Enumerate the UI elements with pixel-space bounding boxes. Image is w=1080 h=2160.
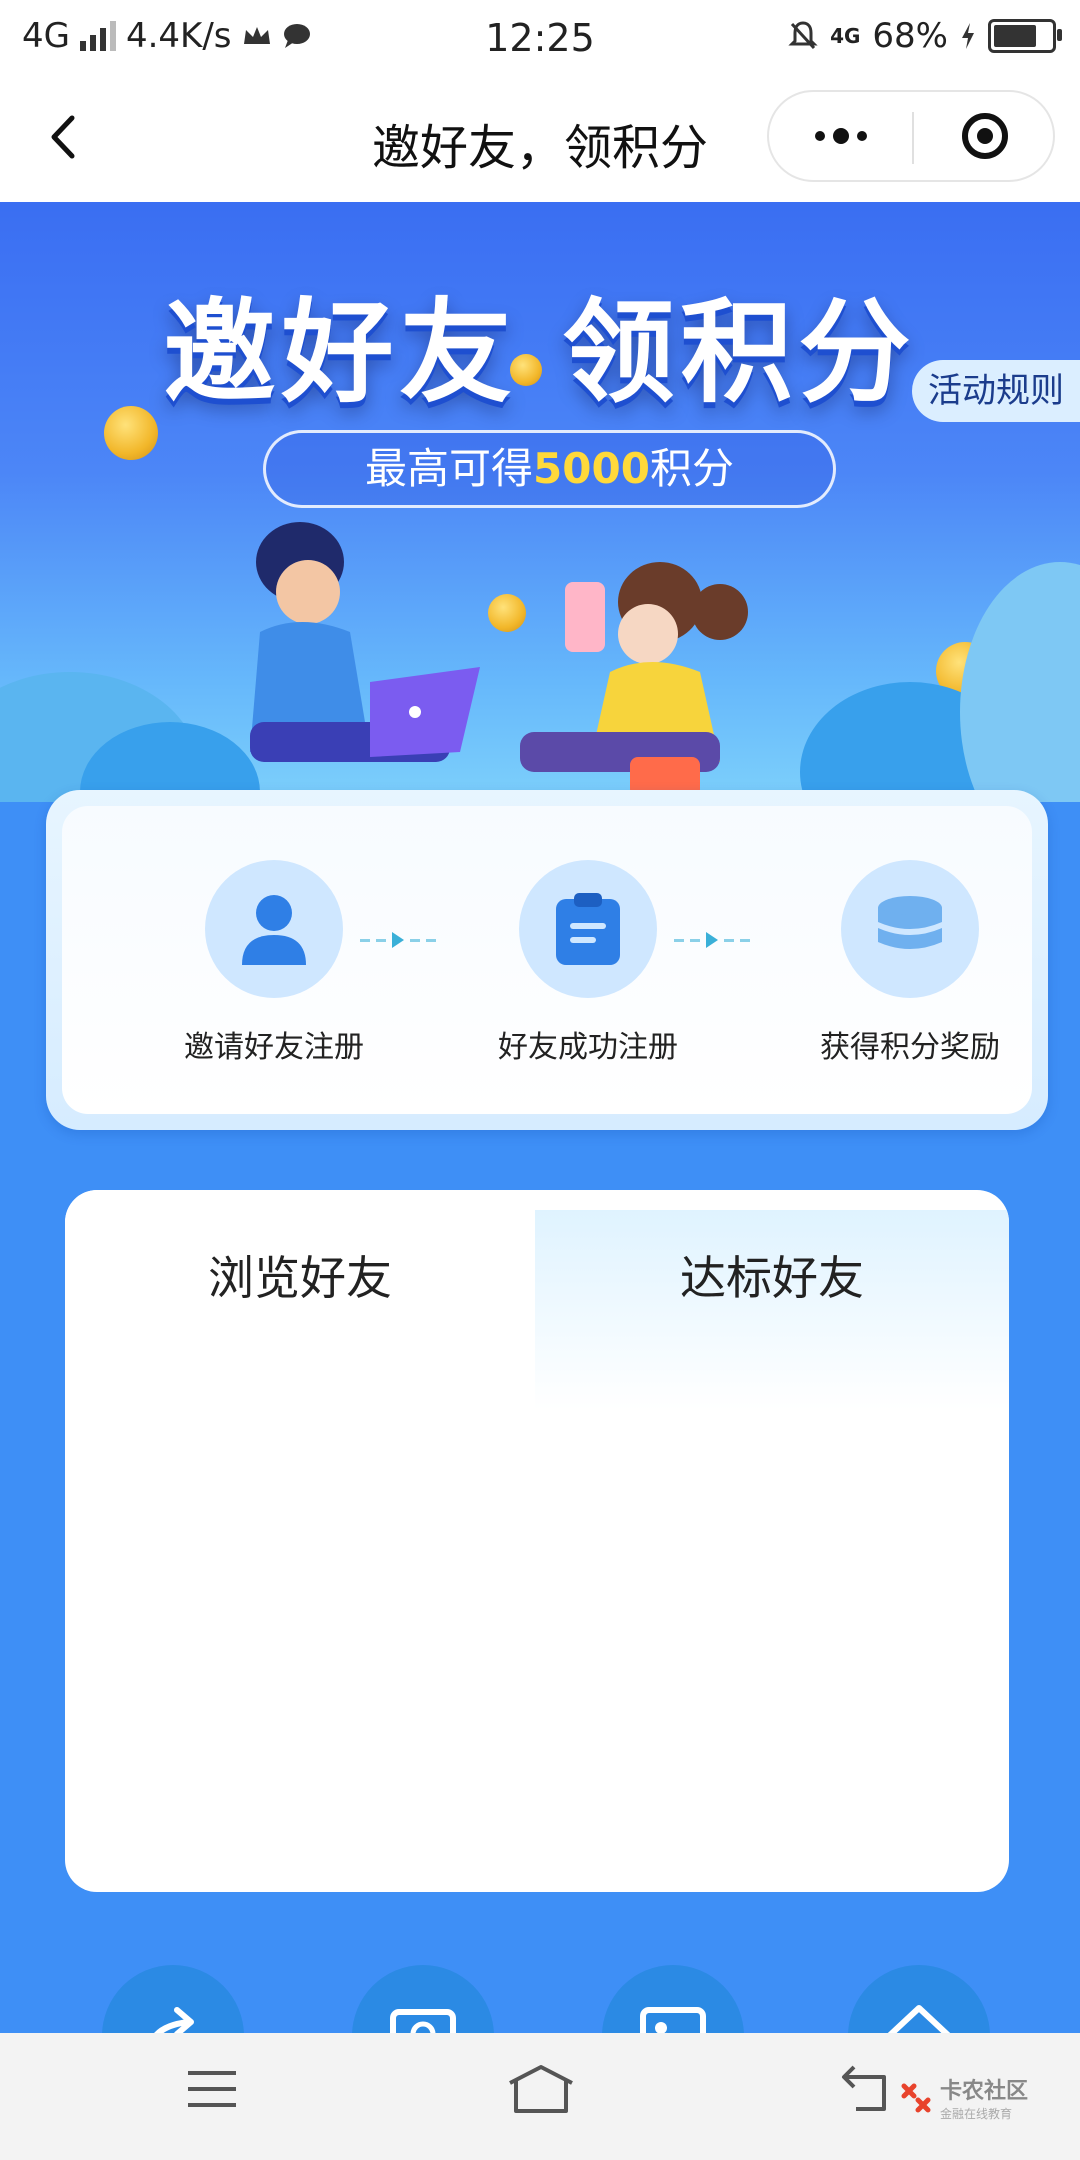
status-bar: 4G 4.4K/s 12:25 4G 68% xyxy=(0,0,1080,72)
step-reward: 获得积分奖励 xyxy=(780,860,1040,1066)
battery-icon xyxy=(988,19,1062,53)
network-small: 4G xyxy=(830,24,861,48)
activity-rules-button[interactable]: 活动规则 xyxy=(912,360,1080,422)
menu-button[interactable] xyxy=(186,2063,238,2119)
battery-percent: 68% xyxy=(872,16,948,56)
tab-browse-friends[interactable]: 浏览好友 xyxy=(65,1242,535,1308)
friends-card: 浏览好友 达标好友 xyxy=(65,1190,1009,1892)
cloud-decoration xyxy=(960,562,1080,802)
step-icon-circle xyxy=(205,860,343,998)
watermark-title: 卡农社区 xyxy=(940,2079,1029,2104)
banner-subtitle: 最高可得5000积分 xyxy=(263,430,836,508)
watermark-logo: 卡农社区 金融在线教育 xyxy=(900,2073,1028,2122)
step-icon-circle xyxy=(841,860,979,998)
step-arrow xyxy=(348,930,448,950)
steps-card: 邀请好友注册 好友成功注册 获得积分奖励 xyxy=(46,790,1048,1130)
menu-icon xyxy=(188,2071,236,2107)
back-outline-icon xyxy=(842,2065,886,2111)
tab-inactive-bg xyxy=(535,1210,1009,1410)
step-arrow xyxy=(662,930,762,950)
watermark-subtitle: 金融在线教育 xyxy=(940,2107,1013,2121)
subtitle-highlight: 5000 xyxy=(533,444,650,493)
friends-illustration xyxy=(250,522,748,797)
close-mini-program-button[interactable] xyxy=(914,92,1055,180)
more-dot-icon xyxy=(856,131,867,141)
steps-inner: 邀请好友注册 好友成功注册 获得积分奖励 xyxy=(62,806,1032,1114)
system-nav-bar: 卡农社区 金融在线教育 xyxy=(0,2033,1080,2160)
more-dot-icon xyxy=(832,128,849,144)
subtitle-prefix: 最高可得 xyxy=(365,444,534,493)
back-nav-button[interactable] xyxy=(840,2063,896,2119)
tab-qualified-friends[interactable]: 达标好友 xyxy=(535,1242,1009,1308)
hero-banner: 邀好友 领积分 最高可得5000积分 活动规则 xyxy=(0,202,1080,802)
subtitle-suffix: 积分 xyxy=(649,444,734,493)
step-invite: 邀请好友注册 xyxy=(144,860,404,1066)
mini-program-capsule xyxy=(767,90,1055,182)
more-button[interactable] xyxy=(769,92,912,180)
battery-fill xyxy=(994,25,1037,47)
step-label: 好友成功注册 xyxy=(498,1030,678,1065)
step-label: 获得积分奖励 xyxy=(820,1030,1000,1065)
step-label: 邀请好友注册 xyxy=(184,1030,364,1065)
home-outline-icon xyxy=(509,2065,573,2113)
bell-muted-icon xyxy=(788,21,818,50)
brand-logo-icon xyxy=(901,2083,931,2112)
home-nav-button[interactable] xyxy=(506,2063,576,2119)
step-icon-circle xyxy=(519,860,657,998)
coin-stack-icon xyxy=(878,896,942,949)
clipboard-icon xyxy=(556,893,620,965)
status-right: 4G 68% xyxy=(788,16,1062,56)
nav-bar: 邀好友，领积分 xyxy=(0,72,1080,202)
charging-icon xyxy=(962,23,974,49)
more-dot-icon xyxy=(814,131,825,141)
user-icon xyxy=(242,895,306,965)
step-register: 好友成功注册 xyxy=(458,860,718,1066)
watermark-text: 卡农社区 金融在线教育 xyxy=(940,2073,1028,2122)
target-icon xyxy=(961,113,1008,159)
